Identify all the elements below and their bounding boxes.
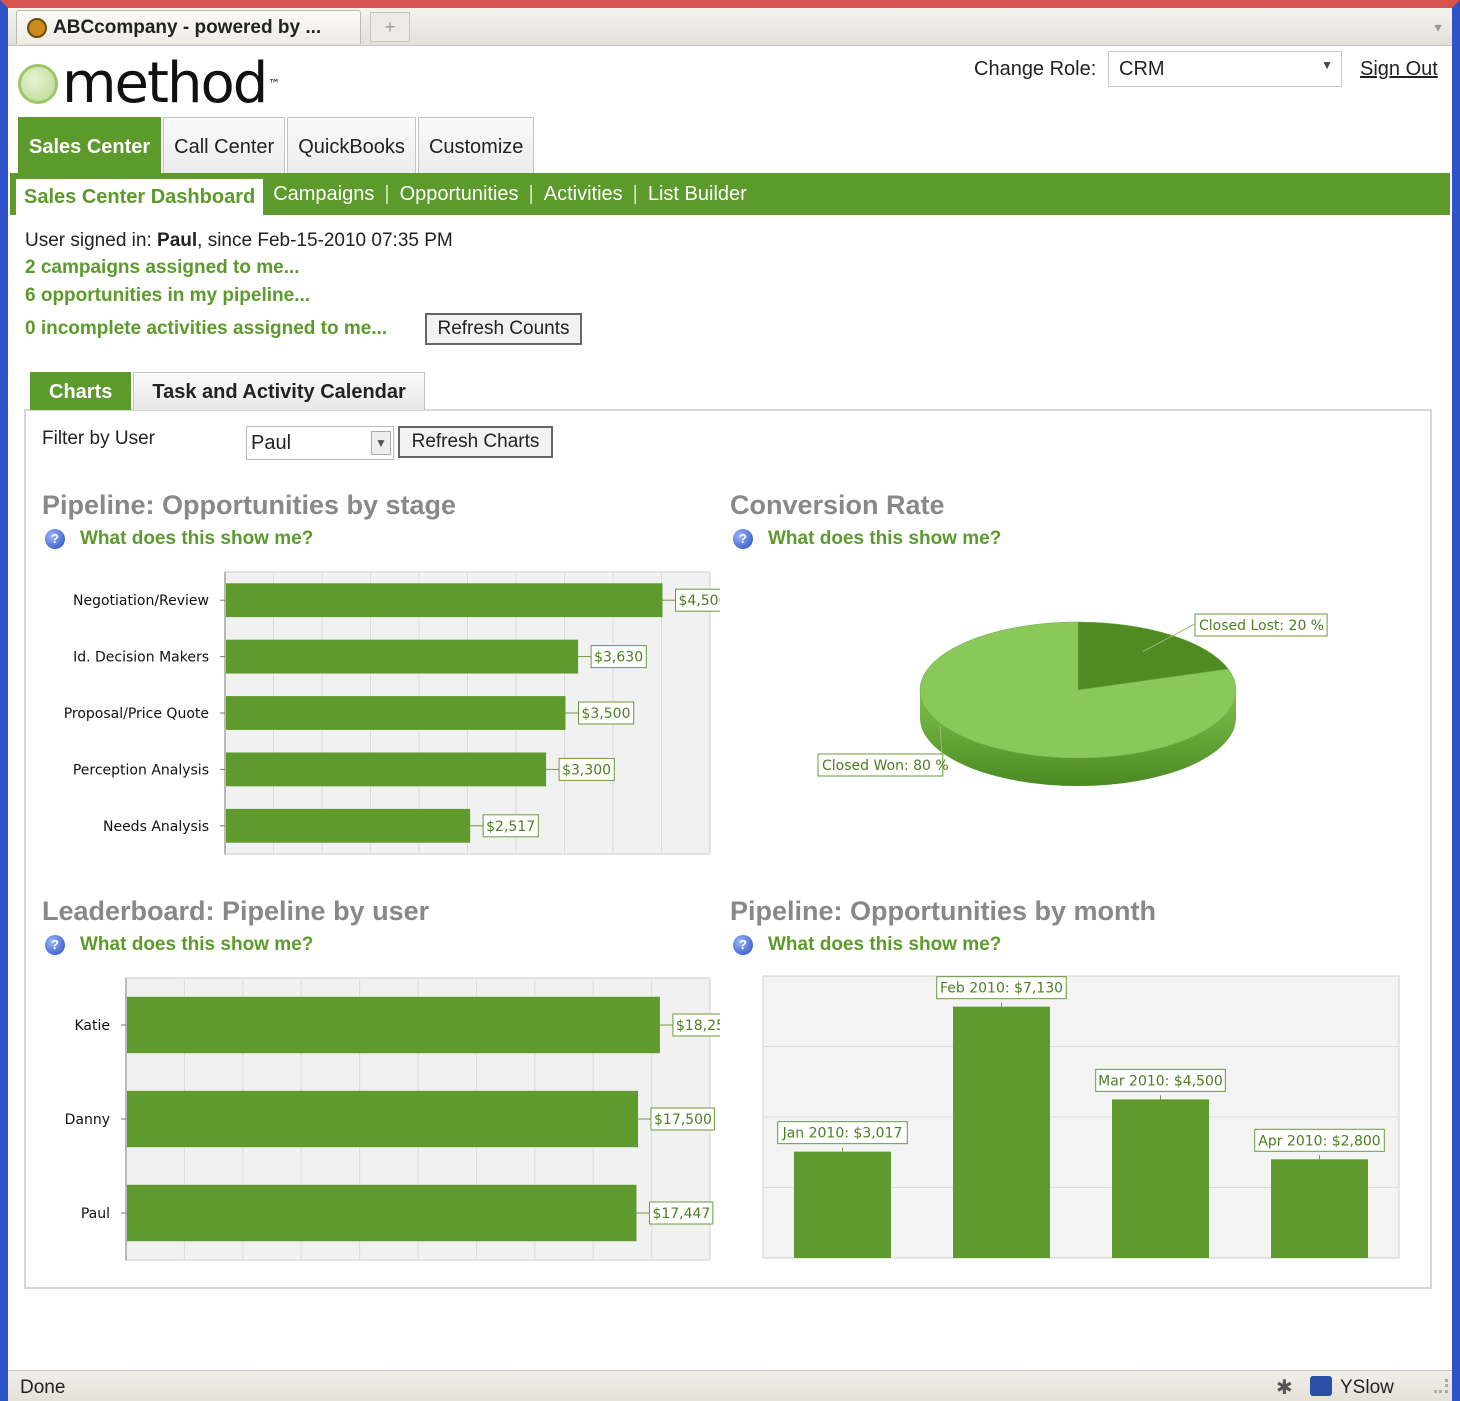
chevron-down-icon: ▼ bbox=[1321, 58, 1333, 72]
bar bbox=[127, 1090, 638, 1148]
browser-tab[interactable]: ABCcompany - powered by ... bbox=[16, 10, 361, 44]
logo: method ™ bbox=[18, 51, 280, 116]
filter-user-select[interactable]: Paul ▼ bbox=[246, 426, 394, 460]
tab-task-calendar[interactable]: Task and Activity Calendar bbox=[133, 372, 425, 410]
tab-quickbooks[interactable]: QuickBooks bbox=[287, 117, 416, 173]
bar bbox=[1112, 1099, 1209, 1258]
refresh-charts-button[interactable]: Refresh Charts bbox=[398, 426, 553, 458]
resize-grip-icon[interactable] bbox=[1434, 1379, 1448, 1393]
bar bbox=[226, 752, 547, 787]
main-tabs: Sales Center Call Center QuickBooks Cust… bbox=[18, 117, 536, 173]
tab-charts[interactable]: Charts bbox=[30, 372, 132, 410]
bar bbox=[226, 583, 663, 618]
sign-out-link[interactable]: Sign Out bbox=[1360, 58, 1438, 81]
tab-customize[interactable]: Customize bbox=[417, 117, 535, 173]
data-label: $3,500 bbox=[582, 706, 631, 722]
bar bbox=[127, 996, 660, 1054]
tab-list-icon[interactable]: ▾ bbox=[1428, 14, 1448, 40]
data-label: Closed Lost: 20 % bbox=[1199, 618, 1324, 634]
data-label: Jan 2010: $3,017 bbox=[782, 1126, 903, 1142]
user-signed-in: User signed in: Paul, since Feb-15-2010 … bbox=[25, 230, 453, 251]
data-label: Feb 2010: $7,130 bbox=[940, 981, 1063, 997]
opportunities-link[interactable]: 6 opportunities in my pipeline... bbox=[25, 285, 310, 307]
data-label: $17,447 bbox=[652, 1206, 710, 1222]
browser-tab-title: ABCcompany - powered by ... bbox=[53, 16, 322, 38]
favicon-icon bbox=[27, 17, 47, 38]
bar bbox=[953, 1006, 1050, 1258]
chart-title-conversion: Conversion Rate bbox=[730, 490, 945, 520]
subnav-item-campaigns[interactable]: Campaigns bbox=[263, 183, 384, 206]
help-link-leaderboard[interactable]: ? What does this show me? bbox=[42, 934, 313, 956]
status-bar: Done ✱ YSlow bbox=[8, 1370, 1452, 1401]
subnav-item-activities[interactable]: Activities bbox=[534, 183, 633, 206]
yslow-label[interactable]: YSlow bbox=[1340, 1377, 1394, 1399]
help-link-conversion[interactable]: ? What does this show me? bbox=[730, 528, 1001, 550]
chart-title-month: Pipeline: Opportunities by month bbox=[730, 896, 1157, 926]
category-label: Katie bbox=[74, 1018, 110, 1034]
sub-navigation: Sales Center Dashboard Campaigns | Oppor… bbox=[10, 173, 1450, 215]
help-icon: ? bbox=[733, 529, 753, 549]
data-label: $3,630 bbox=[594, 650, 643, 666]
browser-tab-bar: ABCcompany - powered by ... + ▾ bbox=[8, 8, 1452, 46]
campaigns-link[interactable]: 2 campaigns assigned to me... bbox=[25, 257, 300, 279]
bar bbox=[127, 1184, 637, 1242]
role-select-value: CRM bbox=[1119, 58, 1165, 80]
change-role-label: Change Role: bbox=[974, 58, 1097, 80]
data-label: Apr 2010: $2,800 bbox=[1258, 1133, 1380, 1149]
tab-sales-center[interactable]: Sales Center bbox=[18, 117, 162, 173]
conversion-pie-chart: Closed Lost: 20 % Closed Won: 80 % bbox=[817, 613, 1328, 786]
data-label: $3,300 bbox=[562, 762, 611, 778]
stage-bar-chart: Negotiation/Review $4,500 Id. Decision Mak… bbox=[64, 571, 721, 855]
refresh-counts-button[interactable]: Refresh Counts bbox=[425, 313, 582, 345]
subnav-item-dashboard[interactable]: Sales Center Dashboard bbox=[16, 179, 264, 215]
data-label: $18,250 bbox=[676, 1018, 720, 1034]
logo-mark-icon bbox=[18, 64, 58, 104]
category-label: Proposal/Price Quote bbox=[64, 706, 209, 722]
category-label: Paul bbox=[81, 1206, 110, 1222]
data-label: Closed Won: 80 % bbox=[822, 758, 949, 774]
category-label: Perception Analysis bbox=[73, 762, 209, 778]
chart-title-stage: Pipeline: Opportunities by stage bbox=[42, 490, 457, 520]
category-label: Negotiation/Review bbox=[73, 593, 209, 609]
bar bbox=[1271, 1159, 1368, 1258]
data-label: $17,500 bbox=[654, 1112, 712, 1128]
bar bbox=[226, 696, 566, 730]
role-select[interactable]: CRM ▼ bbox=[1108, 51, 1342, 87]
help-icon: ? bbox=[45, 935, 65, 955]
bar bbox=[794, 1151, 891, 1258]
content-tabs: Charts Task and Activity Calendar bbox=[30, 372, 427, 410]
help-link-month[interactable]: ? What does this show me? bbox=[730, 934, 1001, 956]
bar bbox=[226, 808, 471, 843]
bar bbox=[226, 639, 579, 674]
help-icon: ? bbox=[45, 529, 65, 549]
new-tab-button[interactable]: + bbox=[370, 12, 410, 42]
category-label: Needs Analysis bbox=[103, 819, 209, 835]
month-column-chart: Jan 2010: $3,017 Feb 2010: $7,130 Mar 2010… bbox=[762, 975, 1400, 1259]
filter-user-value: Paul bbox=[251, 432, 292, 454]
gear-icon[interactable]: ✱ bbox=[1276, 1375, 1293, 1400]
chart-title-leaderboard: Leaderboard: Pipeline by user bbox=[42, 896, 430, 926]
status-text: Done bbox=[20, 1377, 66, 1398]
subnav-item-opportunities[interactable]: Opportunities bbox=[390, 183, 529, 206]
category-label: Id. Decision Makers bbox=[73, 650, 209, 666]
tab-call-center[interactable]: Call Center bbox=[163, 117, 286, 173]
data-label: $4,500 bbox=[679, 593, 721, 609]
help-link-stage[interactable]: ? What does this show me? bbox=[42, 528, 313, 550]
subnav-item-list-builder[interactable]: List Builder bbox=[638, 183, 757, 206]
leaderboard-bar-chart: Katie $18,250 Danny $17,500 Paul $17,447 bbox=[65, 977, 720, 1261]
data-label: Mar 2010: $4,500 bbox=[1098, 1073, 1223, 1089]
data-label: $2,517 bbox=[486, 819, 535, 835]
yslow-icon[interactable] bbox=[1310, 1376, 1332, 1396]
logo-text: method ™ bbox=[62, 51, 280, 116]
filter-by-user-label: Filter by User bbox=[42, 428, 155, 449]
help-icon: ? bbox=[733, 935, 753, 955]
category-label: Danny bbox=[65, 1112, 110, 1128]
user-name: Paul bbox=[157, 230, 198, 251]
chevron-down-icon: ▼ bbox=[371, 431, 391, 455]
activities-link[interactable]: 0 incomplete activities assigned to me..… bbox=[25, 318, 387, 340]
